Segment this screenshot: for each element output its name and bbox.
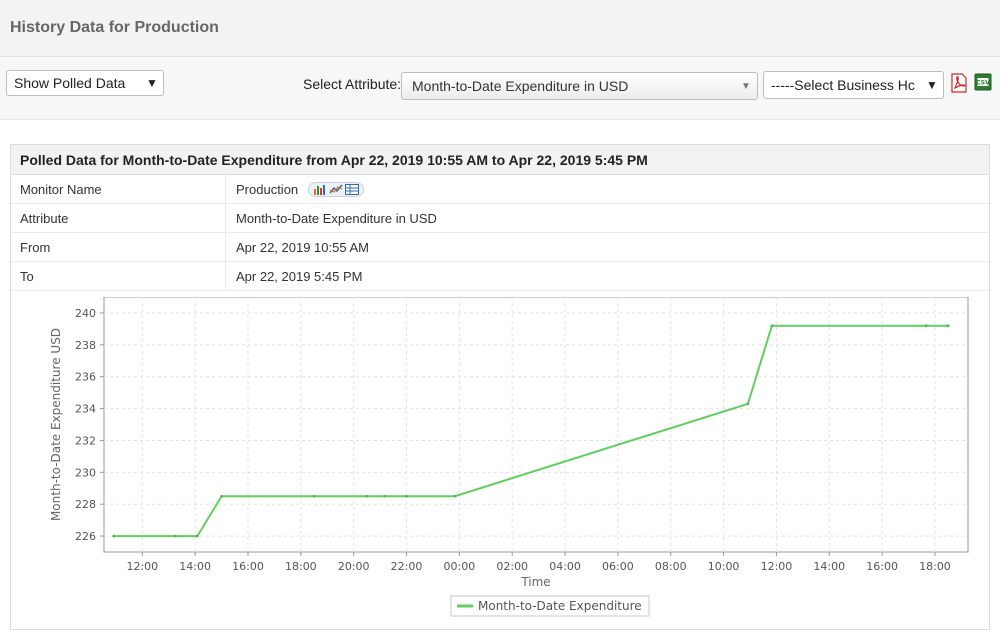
x-axis-label: Time <box>520 575 550 589</box>
business-hours-value: -----Select Business Hc <box>771 77 915 93</box>
monitor-name-value: Production <box>236 181 299 197</box>
attribute-label: Select Attribute: <box>303 76 402 92</box>
y-tick-label: 236 <box>75 371 96 384</box>
x-tick-label: 16:00 <box>866 560 898 573</box>
view-mode-value: Show Polled Data <box>14 75 126 91</box>
info-value: Apr 22, 2019 10:55 AM <box>236 239 369 255</box>
y-tick-label: 230 <box>75 466 96 479</box>
y-tick-label: 234 <box>75 403 96 416</box>
x-tick-label: 06:00 <box>602 560 634 573</box>
data-point <box>112 534 116 538</box>
x-tick-label: 12:00 <box>761 560 793 573</box>
data-point <box>405 494 408 498</box>
x-tick-label: 18:00 <box>919 560 951 573</box>
x-tick-label: 16:00 <box>232 560 264 573</box>
info-key: To <box>11 262 226 290</box>
line-chart-icon[interactable] <box>329 184 343 195</box>
info-row-monitor-name: Monitor Name Production <box>11 175 989 204</box>
x-tick-label: 12:00 <box>126 560 158 573</box>
plot-area <box>103 296 969 553</box>
info-key: Monitor Name <box>11 175 226 203</box>
data-point <box>453 494 457 498</box>
info-key: Attribute <box>11 204 226 232</box>
info-value: Apr 22, 2019 5:45 PM <box>236 268 363 284</box>
info-row-attribute: Attribute Month-to-Date Expenditure in U… <box>11 204 989 233</box>
chevron-down-icon: ▼ <box>926 78 938 92</box>
data-point <box>946 324 950 327</box>
chevron-down-icon: ▼ <box>741 80 751 92</box>
attribute-select[interactable]: Month-to-Date Expenditure in USD ▼ <box>401 72 758 100</box>
x-tick-label: 20:00 <box>338 560 370 573</box>
data-point <box>924 324 928 327</box>
info-row-from: From Apr 22, 2019 10:55 AM <box>11 233 989 262</box>
x-tick-label: 00:00 <box>444 560 476 573</box>
x-tick-label: 02:00 <box>496 560 528 573</box>
history-chart: 226 228 230 232 234 236 238 240 12:00 14:00 16:00 1… <box>48 296 978 628</box>
info-value: Month-to-Date Expenditure in USD <box>236 210 437 226</box>
x-tick-label: 14:00 <box>813 560 845 573</box>
polled-data-panel: Polled Data for Month-to-Date Expenditur… <box>10 144 990 630</box>
y-tick-label: 226 <box>75 530 96 543</box>
data-point <box>220 494 223 498</box>
csv-export-icon[interactable]: CSV <box>974 73 992 96</box>
x-tick-label: 22:00 <box>391 560 423 573</box>
view-mode-select[interactable]: Show Polled Data ▼ <box>6 70 164 96</box>
table-icon[interactable] <box>345 183 360 195</box>
y-tick-label: 228 <box>75 498 96 511</box>
data-point <box>312 494 316 498</box>
x-tick-label: 18:00 <box>285 560 317 573</box>
attribute-select-value: Month-to-Date Expenditure in USD <box>412 78 629 94</box>
panel-heading: Polled Data for Month-to-Date Expenditur… <box>11 145 989 175</box>
page-title: History Data for Production <box>10 19 219 36</box>
x-tick-label: 08:00 <box>655 560 687 573</box>
legend-label: Month-to-Date Expenditure <box>478 599 642 613</box>
data-point <box>365 494 369 498</box>
bar-chart-icon[interactable] <box>313 184 327 195</box>
pdf-export-icon[interactable] <box>950 73 968 98</box>
y-axis-label: Month-to-Date Expenditure USD <box>49 328 63 521</box>
data-point <box>195 534 199 538</box>
y-tick-label: 232 <box>75 434 96 447</box>
info-row-to: To Apr 22, 2019 5:45 PM <box>11 262 989 291</box>
data-point <box>174 534 177 538</box>
title-bar: History Data for Production <box>0 0 1000 57</box>
y-tick-label: 240 <box>75 307 96 320</box>
svg-text:CSV: CSV <box>976 80 990 87</box>
data-point <box>770 324 774 327</box>
x-tick-label: 14:00 <box>179 560 211 573</box>
chevron-down-icon: ▼ <box>146 76 158 90</box>
controls-bar: Show Polled Data ▼ Select Attribute: Mon… <box>0 57 1000 120</box>
x-tick-label: 04:00 <box>549 560 581 573</box>
y-tick-label: 238 <box>75 339 96 352</box>
data-point <box>746 402 750 406</box>
monitor-action-icons <box>308 181 365 197</box>
info-value-monitor-name: Production <box>226 181 365 197</box>
x-tick-label: 10:00 <box>708 560 740 573</box>
chart-svg: 226 228 230 232 234 236 238 240 12:00 14:00 16:00 1… <box>49 296 969 617</box>
business-hours-select[interactable]: -----Select Business Hc ▼ <box>763 71 944 99</box>
data-point <box>383 494 386 498</box>
info-key: From <box>11 233 226 261</box>
